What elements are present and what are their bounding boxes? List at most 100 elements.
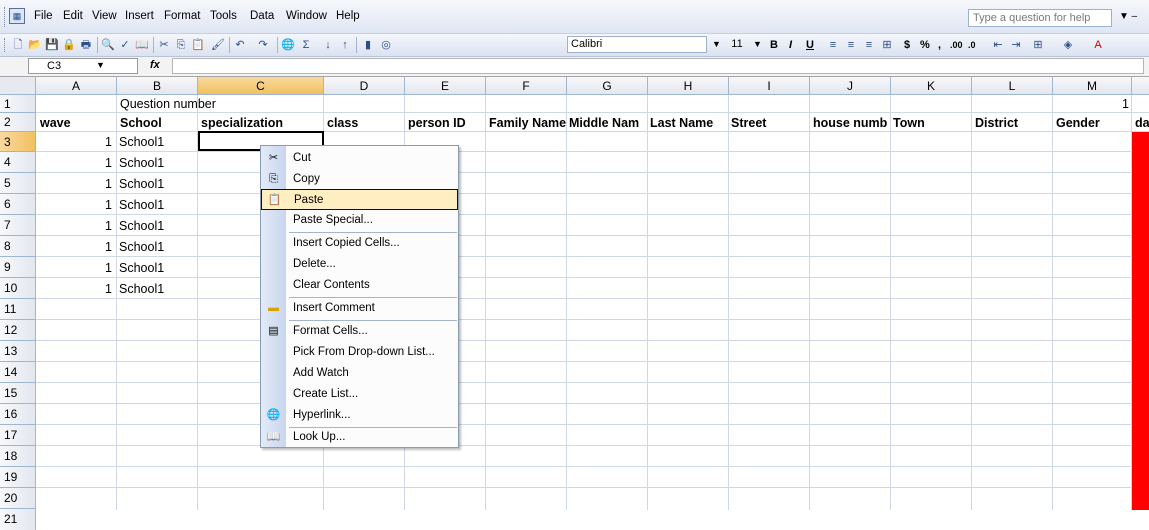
redo-icon[interactable]: ↷ [255, 37, 271, 53]
function-icon[interactable]: fx [150, 59, 160, 71]
cell-wave[interactable]: 1 [90, 132, 112, 152]
cell-f2[interactable]: Family Name [489, 113, 566, 133]
row-header-6[interactable]: 6 [0, 194, 36, 215]
row-header-21[interactable]: 21 [0, 509, 36, 530]
menu-view[interactable]: View [92, 10, 117, 22]
cell-m1[interactable]: 1 [1110, 94, 1129, 114]
name-box[interactable]: C3 [28, 58, 138, 74]
cell-wave[interactable]: 1 [90, 258, 112, 278]
row-header-20[interactable]: 20 [0, 488, 36, 509]
column-header-i[interactable]: I [729, 77, 810, 95]
column-header-c[interactable]: C [198, 77, 324, 95]
menu-file[interactable]: File [34, 10, 53, 22]
excel-document-icon[interactable]: ▦ [9, 8, 25, 24]
paste-icon[interactable]: 📋 [190, 37, 206, 53]
chevron-down-icon[interactable]: ▼ [712, 39, 721, 49]
row-header-4[interactable]: 4 [0, 152, 36, 173]
formula-input[interactable] [172, 58, 1144, 74]
align-center-icon[interactable]: ≡ [843, 37, 859, 53]
font-size-select[interactable]: 11 [722, 36, 752, 53]
align-left-icon[interactable]: ≡ [825, 37, 841, 53]
menu-item-pick-from-list[interactable]: Pick From Drop-down List... [261, 342, 458, 363]
column-header-h[interactable]: H [648, 77, 729, 95]
cell-d2[interactable]: class [327, 113, 404, 133]
row-header-14[interactable]: 14 [0, 362, 36, 383]
menu-item-hyperlink[interactable]: 🌐 Hyperlink... [261, 405, 458, 426]
cell-wave[interactable]: 1 [90, 195, 112, 215]
row-header-8[interactable]: 8 [0, 236, 36, 257]
cell-wave[interactable]: 1 [90, 153, 112, 173]
increase-indent-icon[interactable]: ⇥ [1008, 37, 1024, 53]
menu-item-insert-comment[interactable]: ▬ Insert Comment [261, 298, 458, 319]
font-name-select[interactable]: Calibri [567, 36, 707, 53]
cell-g2[interactable]: Middle Nam [569, 113, 647, 133]
underline-button[interactable]: U [806, 37, 814, 53]
row-header-7[interactable]: 7 [0, 215, 36, 236]
chevron-down-icon[interactable]: ▼ ‒ [1119, 11, 1137, 22]
print-icon[interactable]: 🖶 [78, 37, 94, 53]
cell-wave[interactable]: 1 [90, 237, 112, 257]
menu-item-cut[interactable]: ✂ Cut [261, 148, 458, 169]
column-header-f[interactable]: F [486, 77, 567, 95]
menu-item-paste-special[interactable]: Paste Special... [261, 210, 458, 231]
menu-data[interactable]: Data [250, 10, 274, 22]
cell-wave[interactable]: 1 [90, 174, 112, 194]
borders-icon[interactable]: ⊞ [1030, 37, 1046, 53]
column-header-g[interactable]: G [567, 77, 648, 95]
menu-item-format-cells[interactable]: ▤ Format Cells... [261, 321, 458, 342]
italic-button[interactable]: I [789, 37, 792, 53]
menu-edit[interactable]: Edit [63, 10, 83, 22]
spelling-icon[interactable]: ✓ [117, 37, 133, 53]
cell-school[interactable]: School1 [119, 279, 164, 299]
cell-m2[interactable]: Gender [1056, 113, 1131, 133]
open-icon[interactable]: 📂 [27, 37, 43, 53]
cell-school[interactable]: School1 [119, 216, 164, 236]
column-header-k[interactable]: K [891, 77, 972, 95]
menu-insert[interactable]: Insert [125, 10, 154, 22]
select-all-corner[interactable] [0, 77, 36, 95]
cell-a2[interactable]: wave [40, 113, 116, 133]
chevron-down-icon[interactable]: ▼ [96, 60, 105, 70]
row-header-9[interactable]: 9 [0, 257, 36, 278]
menu-grip[interactable] [4, 7, 8, 27]
chart-icon[interactable]: ▮ [360, 37, 376, 53]
row-header-5[interactable]: 5 [0, 173, 36, 194]
row-header-15[interactable]: 15 [0, 383, 36, 404]
question-input[interactable]: Type a question for help [968, 9, 1112, 27]
merge-center-icon[interactable]: ⊞ [879, 37, 895, 53]
cell-school[interactable]: School1 [119, 132, 164, 152]
sort-ascending-icon[interactable]: ↓ [320, 37, 336, 53]
column-header-j[interactable]: J [810, 77, 891, 95]
cell-school[interactable]: School1 [119, 153, 164, 173]
sort-descending-icon[interactable]: ↑ [337, 37, 353, 53]
cell-l2[interactable]: District [975, 113, 1052, 133]
copy-icon[interactable]: ⎘ [173, 37, 189, 53]
cell-school[interactable]: School1 [119, 258, 164, 278]
column-header-n[interactable] [1132, 77, 1149, 95]
align-right-icon[interactable]: ≡ [861, 37, 877, 53]
menu-item-add-watch[interactable]: Add Watch [261, 363, 458, 384]
cell-b1[interactable]: Question number [120, 94, 216, 114]
save-icon[interactable]: 💾 [44, 37, 60, 53]
cell-n2[interactable]: da [1135, 113, 1149, 133]
menu-window[interactable]: Window [286, 10, 327, 22]
worksheet-grid[interactable]: A B C D E F G H I J K L M 1 2 3 4 5 6 7 … [0, 77, 1149, 530]
cell-e2[interactable]: person ID [408, 113, 485, 133]
column-header-d[interactable]: D [324, 77, 405, 95]
chevron-down-icon[interactable]: ▼ [753, 39, 762, 49]
hyperlink-icon[interactable]: 🌐 [280, 37, 296, 53]
column-header-a[interactable]: A [36, 77, 117, 95]
font-color-icon[interactable]: A [1090, 37, 1106, 53]
cell-school[interactable]: School1 [119, 195, 164, 215]
menu-item-look-up[interactable]: 📖 Look Up... [261, 427, 458, 448]
undo-icon[interactable]: ↶ [232, 37, 248, 53]
column-header-l[interactable]: L [972, 77, 1053, 95]
format-painter-icon[interactable]: 🖌 [210, 37, 226, 53]
cell-b2[interactable]: School [120, 113, 197, 133]
comma-button[interactable]: , [938, 37, 941, 53]
increase-decimal-button[interactable]: .00 [950, 37, 963, 53]
percent-button[interactable]: % [920, 37, 930, 53]
row-header-10[interactable]: 10 [0, 278, 36, 299]
row-header-1[interactable]: 1 [0, 95, 36, 113]
research-icon[interactable]: 📖 [134, 37, 150, 53]
